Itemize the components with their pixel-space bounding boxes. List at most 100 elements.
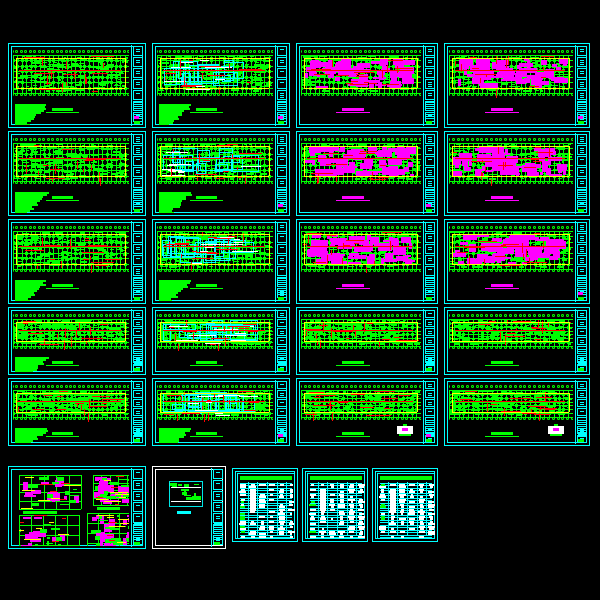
dimension-line-white [234,242,243,243]
title-block-text-line [428,93,432,94]
column-marker [52,81,55,84]
drawing-sheet[interactable] [152,219,290,304]
title-block-ruling [278,288,287,289]
grid-bubble [73,138,76,141]
title-block-ruling [426,106,435,107]
beam-segment [409,178,411,179]
beam-segment [18,78,24,79]
title-block-ruling [134,292,143,293]
column-marker [30,153,33,156]
grid-bubble [490,50,493,53]
title-block-ruling [426,112,435,113]
title-block-text-line [580,64,584,65]
column-marker [263,59,266,62]
partition-outline [219,148,233,163]
drawing-sheet[interactable] [8,219,146,304]
title-block-text-line [428,174,432,175]
grid-bubble [159,226,162,229]
beam-segment [503,89,508,90]
rebar-callout-red [92,73,108,74]
beam-segment [94,243,100,244]
grid-bubble [164,226,167,229]
title-block-text-line [136,225,140,226]
title-block-cell [577,68,587,78]
column-marker [453,153,456,156]
drawing-sheet[interactable] [444,43,590,128]
title-block-text-line [428,71,432,72]
rebar-callout-red [192,251,197,252]
grid-bubble [60,50,63,53]
dimension-line-white [200,60,209,61]
beam-segment [56,143,63,144]
grid-bubble [499,138,502,141]
title-block-text-line [280,148,284,149]
grid-line-horizontal [449,55,573,56]
dimension-frame-right [569,146,570,176]
title-block-text-line [136,249,140,250]
title-block-text-line [136,93,140,94]
grid-bubble [308,138,311,141]
drawing-sheet[interactable] [296,43,438,128]
drawing-sheet[interactable] [444,131,590,216]
title-block-magenta-chip [278,204,283,207]
title-block-text-line [280,269,284,270]
grid-bubble [20,226,23,229]
dimension-frame-bottom [452,176,569,177]
title-block-text-line [428,51,432,52]
title-block-cell [425,68,435,78]
grid-bubble [457,138,460,141]
slab-zone-fill [476,59,490,66]
beam-segment [95,257,99,258]
rebar-callout-red [99,172,100,182]
dimension-frame-bottom [160,264,269,265]
grid-bubble [301,226,302,229]
grid-line-horizontal [13,269,129,270]
column-marker [25,153,28,156]
rebar-callout-red [91,265,92,273]
grid-bubble [191,226,194,229]
grid-bubble [519,50,522,53]
beam-segment [68,153,76,155]
beam-segment [40,254,45,256]
drawing-sheet[interactable] [8,43,146,128]
grid-bubble [105,50,108,53]
dimension-frame-left [452,146,453,176]
title-block-text-line [580,183,584,184]
dimension-frame-right [125,146,126,176]
drawing-sheet[interactable] [296,131,438,216]
title-block-ruling [578,206,587,207]
beam-segment [523,90,531,92]
title-block-green-chip [578,209,584,212]
column-marker [263,169,266,172]
grid-bubble [552,138,555,141]
title-block-ruling [578,200,587,201]
beam-segment [552,85,558,86]
grid-bubble [191,138,194,141]
dimension-frame-right [269,234,270,264]
drawing-sheet[interactable] [8,131,146,216]
rebar-callout-red [229,64,230,68]
rebar-callout-red [180,60,181,68]
drawing-sheet[interactable] [296,219,438,304]
title-block-ruling [426,108,435,109]
drawing-sheet[interactable] [152,43,290,128]
grid-bubble [157,226,158,229]
title-block-text-line [580,170,584,171]
beam-segment [80,161,84,163]
rebar-callout-red [26,164,27,174]
rebar-callout-red [541,56,554,57]
title-block-text-line [136,152,140,153]
grid-bubble [401,50,404,53]
dimension-line-white [166,152,188,153]
slab-zone-fill [462,158,468,166]
grid-bubble [336,226,339,229]
beam-segment [256,83,263,84]
slab-zone-fill [403,260,415,262]
grid-line-horizontal [301,181,421,182]
slab-zone-fill [393,247,406,253]
grid-bubble [561,50,564,53]
column-marker [66,252,69,255]
drawing-sheet[interactable] [152,131,290,216]
rebar-callout-red [237,167,238,170]
grid-bubble [29,50,32,53]
